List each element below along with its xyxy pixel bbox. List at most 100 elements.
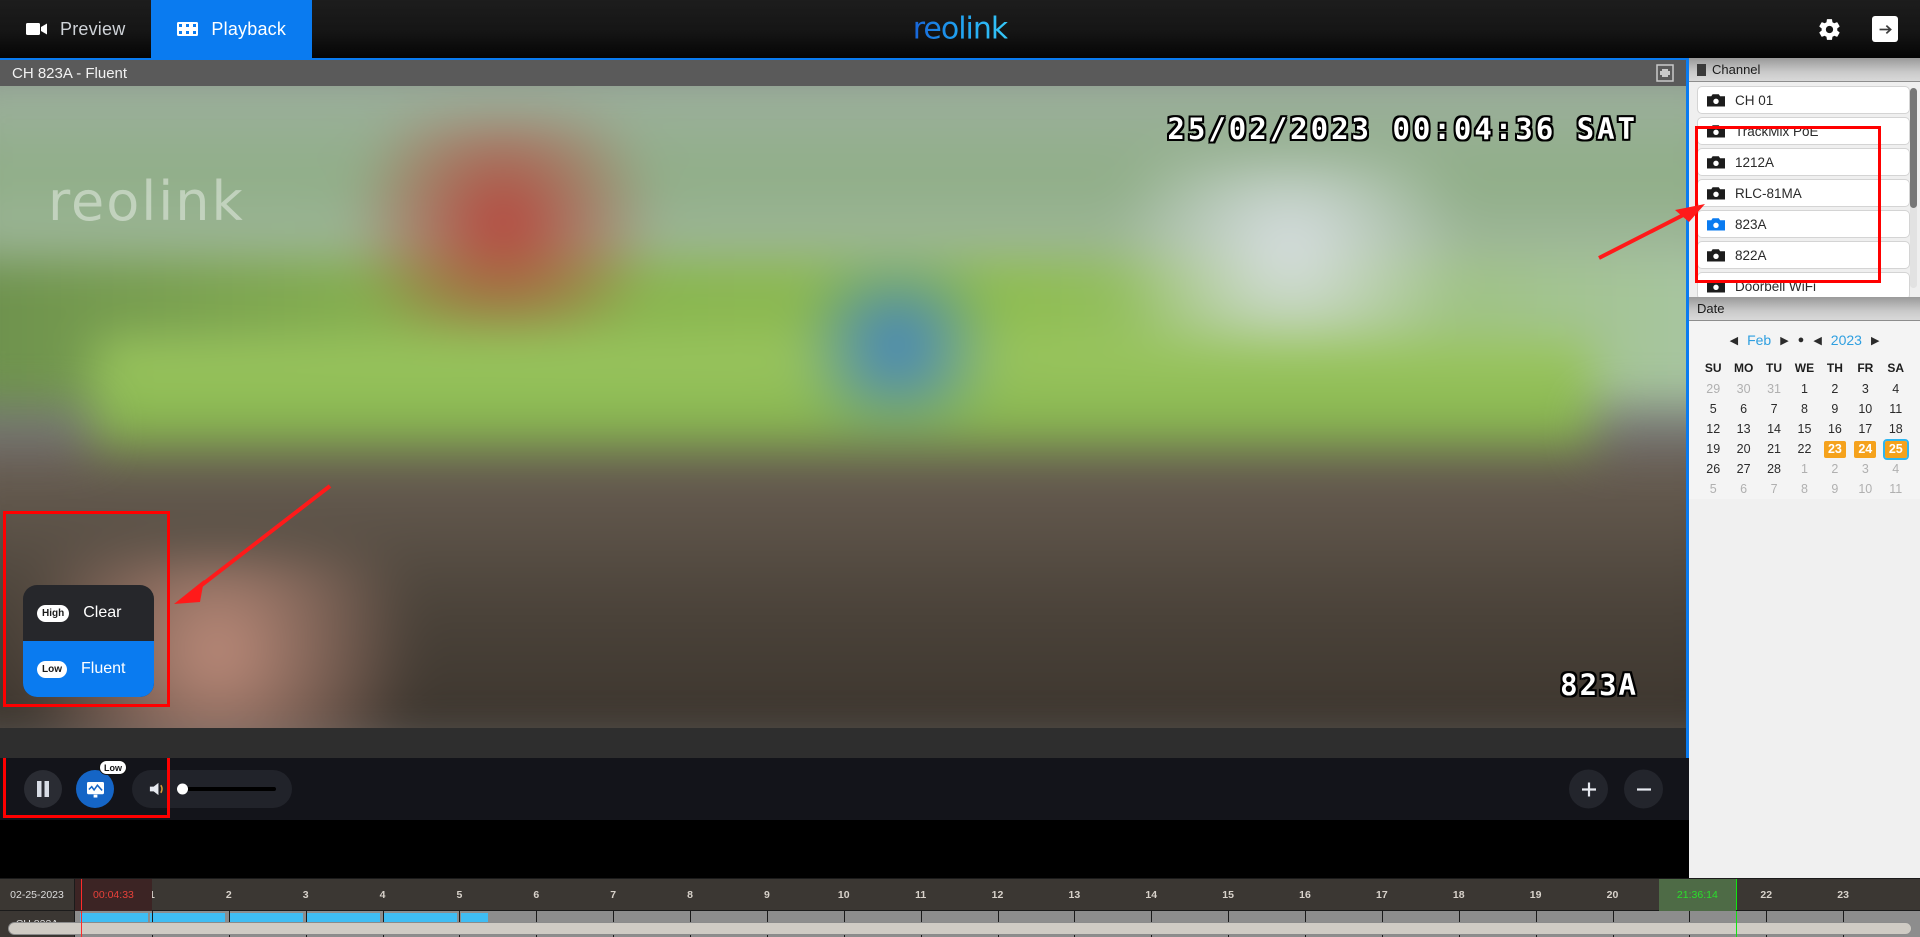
calendar-day[interactable]: 11 xyxy=(1885,401,1907,418)
calendar-day[interactable]: 29 xyxy=(1702,381,1724,398)
calendar-day-cell[interactable]: 4 xyxy=(1881,379,1911,399)
calendar-day-cell[interactable]: 20 xyxy=(1728,439,1758,459)
calendar-day[interactable]: 31 xyxy=(1763,381,1785,398)
gear-icon[interactable] xyxy=(1817,17,1842,42)
channel-item-rlc-81ma[interactable]: RLC-81MA xyxy=(1697,179,1910,207)
timeline-horizontal-scrollbar[interactable] xyxy=(8,922,1912,935)
pause-button[interactable] xyxy=(24,770,62,808)
calendar-day[interactable]: 30 xyxy=(1733,381,1755,398)
calendar-day[interactable]: 6 xyxy=(1733,481,1755,498)
channel-item-822a[interactable]: 822A xyxy=(1697,241,1910,269)
calendar-day[interactable]: 26 xyxy=(1702,461,1724,478)
calendar-day[interactable]: 13 xyxy=(1733,421,1755,438)
calendar-day[interactable]: 4 xyxy=(1885,381,1907,398)
calendar-day-cell[interactable]: 1 xyxy=(1789,379,1819,399)
calendar-day-cell[interactable]: 11 xyxy=(1881,479,1911,499)
calendar-day[interactable]: 3 xyxy=(1854,381,1876,398)
calendar-day-cell[interactable]: 5 xyxy=(1698,399,1728,419)
calendar-day[interactable]: 4 xyxy=(1885,461,1907,478)
calendar-day-cell[interactable]: 2 xyxy=(1820,379,1850,399)
calendar-day-cell[interactable]: 9 xyxy=(1820,479,1850,499)
calendar-day-cell[interactable]: 21 xyxy=(1759,439,1789,459)
calendar-day-cell[interactable]: 14 xyxy=(1759,419,1789,439)
calendar-day[interactable]: 15 xyxy=(1793,421,1815,438)
calendar-day-cell[interactable]: 17 xyxy=(1850,419,1880,439)
calendar-day-cell[interactable]: 30 xyxy=(1728,379,1758,399)
calendar-day[interactable]: 3 xyxy=(1854,461,1876,478)
channel-item-1212a[interactable]: 1212A xyxy=(1697,148,1910,176)
calendar-day[interactable]: 16 xyxy=(1824,421,1846,438)
calendar-day[interactable]: 1 xyxy=(1793,461,1815,478)
calendar-day[interactable]: 7 xyxy=(1763,401,1785,418)
calendar-day-cell[interactable]: 8 xyxy=(1789,399,1819,419)
calendar-day[interactable]: 6 xyxy=(1733,401,1755,418)
calendar-day-cell[interactable]: 23 xyxy=(1820,439,1850,459)
calendar-day-cell[interactable]: 13 xyxy=(1728,419,1758,439)
stream-quality-button[interactable] xyxy=(76,770,114,808)
volume-control[interactable] xyxy=(132,770,292,808)
calendar-day-cell[interactable]: 1 xyxy=(1789,459,1819,479)
dot-icon-today[interactable]: ● xyxy=(1798,334,1805,346)
calendar-day-selected[interactable]: 25 xyxy=(1882,438,1909,460)
calendar-day-cell[interactable]: 7 xyxy=(1759,399,1789,419)
channel-list[interactable]: CH 01 TrackMix PoE 1212A RLC-81MA 823A 8… xyxy=(1689,82,1920,297)
zoom-in-button[interactable] xyxy=(1569,769,1608,809)
zoom-out-button[interactable] xyxy=(1624,769,1663,809)
calendar-day[interactable]: 18 xyxy=(1885,421,1907,438)
calendar-day[interactable]: 8 xyxy=(1793,481,1815,498)
calendar-day-cell[interactable]: 10 xyxy=(1850,479,1880,499)
video-canvas[interactable]: reolink 25/02/2023 00:04:36 SAT 823A Hig… xyxy=(0,86,1686,728)
calendar-day[interactable]: 9 xyxy=(1824,481,1846,498)
calendar-day[interactable]: 12 xyxy=(1702,421,1724,438)
quality-option-clear[interactable]: High Clear xyxy=(23,585,154,641)
calendar-year-label[interactable]: 2023 xyxy=(1831,332,1862,348)
calendar-day-cell[interactable]: 2 xyxy=(1820,459,1850,479)
calendar-day[interactable]: 17 xyxy=(1854,421,1876,438)
calendar-day-cell[interactable]: 8 xyxy=(1789,479,1819,499)
calendar-day[interactable]: 5 xyxy=(1702,401,1724,418)
calendar-day-has-recording[interactable]: 23 xyxy=(1823,440,1846,458)
timeline-playhead-marker[interactable] xyxy=(80,879,82,910)
logout-arrow-icon[interactable] xyxy=(1872,16,1898,42)
calendar-day-cell[interactable]: 22 xyxy=(1789,439,1819,459)
calendar-day[interactable]: 14 xyxy=(1763,421,1785,438)
calendar-day[interactable]: 28 xyxy=(1763,461,1785,478)
calendar-day[interactable]: 19 xyxy=(1702,441,1724,458)
calendar-day-cell[interactable]: 6 xyxy=(1728,479,1758,499)
tab-preview[interactable]: Preview xyxy=(0,0,151,58)
calendar-day[interactable]: 8 xyxy=(1793,401,1815,418)
timeline-playhead-marker[interactable] xyxy=(80,911,82,937)
volume-slider-knob[interactable] xyxy=(177,783,188,795)
calendar-day-cell[interactable]: 25 xyxy=(1881,438,1911,460)
channel-list-scrollbar-thumb[interactable] xyxy=(1910,88,1917,208)
calendar-day[interactable]: 1 xyxy=(1793,381,1815,398)
calendar-day-cell[interactable]: 29 xyxy=(1698,379,1728,399)
timeline-hour-scale[interactable]: 123456789101112131415161718192021222300:… xyxy=(75,878,1920,911)
channel-item-doorbell-wifi[interactable]: Doorbell WiFi xyxy=(1697,272,1910,297)
calendar-day-cell[interactable]: 3 xyxy=(1850,379,1880,399)
calendar-day-cell[interactable]: 3 xyxy=(1850,459,1880,479)
channel-item-823a[interactable]: 823A xyxy=(1697,210,1910,238)
calendar-day[interactable]: 20 xyxy=(1733,441,1755,458)
calendar-day-has-recording[interactable]: 24 xyxy=(1854,440,1877,458)
triangle-left-icon-month[interactable]: ◀ xyxy=(1730,334,1738,347)
triangle-left-icon-year[interactable]: ◀ xyxy=(1813,334,1821,347)
calendar-day[interactable]: 2 xyxy=(1824,381,1846,398)
calendar-day[interactable]: 10 xyxy=(1854,401,1876,418)
calendar-day-cell[interactable]: 12 xyxy=(1698,419,1728,439)
volume-slider-track[interactable] xyxy=(177,783,276,795)
timeline-green-marker[interactable] xyxy=(1735,911,1737,937)
calendar-day-cell[interactable]: 19 xyxy=(1698,439,1728,459)
calendar-day-cell[interactable]: 4 xyxy=(1881,459,1911,479)
calendar-day-cell[interactable]: 11 xyxy=(1881,399,1911,419)
calendar-day[interactable]: 10 xyxy=(1854,481,1876,498)
channel-item-trackmix-poe[interactable]: TrackMix PoE xyxy=(1697,117,1910,145)
calendar-day-cell[interactable]: 9 xyxy=(1820,399,1850,419)
calendar-day-cell[interactable]: 27 xyxy=(1728,459,1758,479)
calendar-day[interactable]: 22 xyxy=(1793,441,1815,458)
calendar-day[interactable]: 2 xyxy=(1824,461,1846,478)
calendar-day-cell[interactable]: 7 xyxy=(1759,479,1789,499)
calendar-day[interactable]: 11 xyxy=(1885,481,1907,498)
calendar-day[interactable]: 7 xyxy=(1763,481,1785,498)
channel-item-ch01[interactable]: CH 01 xyxy=(1697,86,1910,114)
